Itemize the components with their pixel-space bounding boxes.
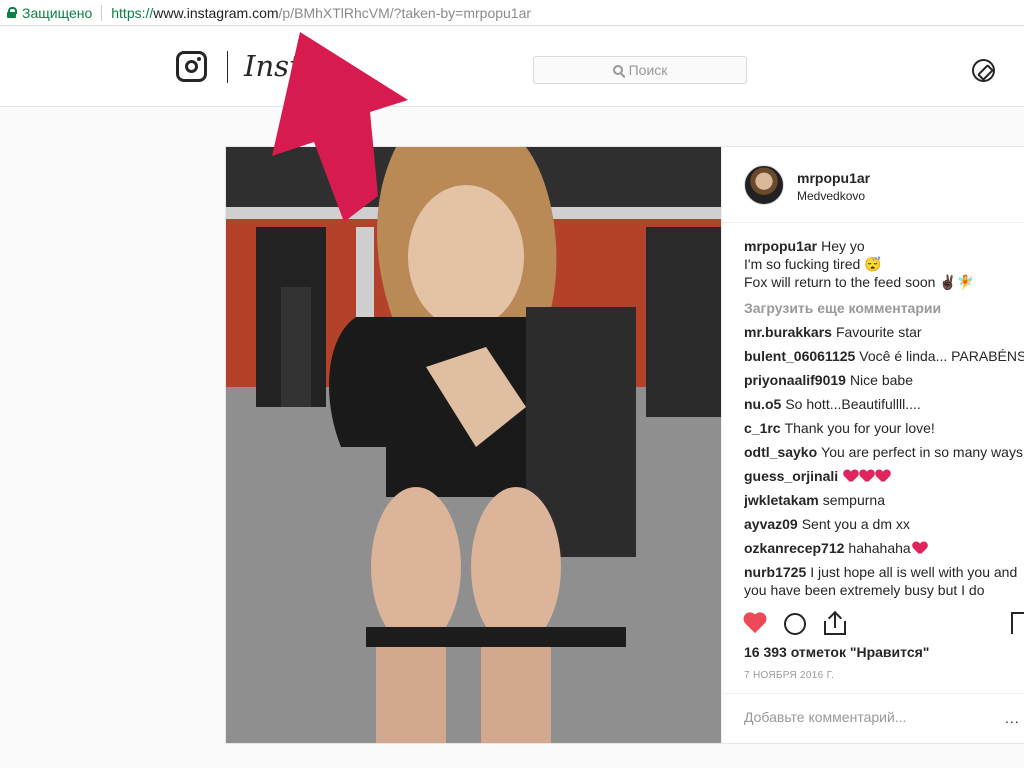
- url-scheme[interactable]: https://: [111, 5, 153, 21]
- list-item: guess_orjinali: [744, 467, 1024, 485]
- comment-text: So hott...Beautifullll....: [785, 396, 921, 412]
- like-heart-icon[interactable]: [744, 613, 768, 635]
- comment-username[interactable]: c_1rc: [744, 420, 781, 436]
- add-comment-section: ...: [722, 693, 1024, 743]
- list-item: priyonaalif9019 Nice babe: [744, 371, 1024, 389]
- list-item: ayvaz09 Sent you a dm xx: [744, 515, 1024, 533]
- instagram-logo-icon[interactable]: [176, 51, 207, 82]
- post-sidebar: mrpopu1ar Medvedkovo mrpopu1ar Hey yo I'm…: [721, 147, 1024, 743]
- list-item: c_1rc Thank you for your love!: [744, 419, 1024, 437]
- add-comment-field[interactable]: [744, 709, 984, 725]
- load-more-comments[interactable]: Загрузить еще комментарии: [744, 299, 1024, 317]
- list-item: nu.o5 So hott...Beautifullll....: [744, 395, 1024, 413]
- search-placeholder: Поиск: [628, 62, 668, 78]
- post-actions: [744, 609, 1024, 639]
- brand-divider: [227, 51, 228, 83]
- lock-icon: [7, 7, 17, 18]
- search-icon: [612, 65, 623, 75]
- post-username[interactable]: mrpopu1ar: [797, 170, 870, 186]
- comment-username[interactable]: ayvaz09: [744, 516, 798, 532]
- heart-emoji-icon: [844, 470, 858, 483]
- url-separator: [101, 4, 103, 21]
- comment-text: You are perfect in so many ways: [821, 444, 1023, 460]
- url-host[interactable]: www.instagram.com: [153, 5, 278, 21]
- comments-list[interactable]: mrpopu1ar Hey yo I'm so fucking tired 😴 F…: [744, 237, 1024, 599]
- explore-compass-icon[interactable]: [972, 59, 995, 82]
- comment-username[interactable]: guess_orjinali: [744, 468, 838, 484]
- likes-count[interactable]: 16 393 отметок "Нравится": [744, 644, 929, 660]
- list-item: nurb1725 I just hope all is well with you…: [744, 563, 1024, 599]
- heart-emoji-icon: [913, 542, 927, 555]
- list-item: odtl_sayko You are perfect in so many way…: [744, 443, 1024, 461]
- comment-text: Thank you for your love!: [784, 420, 935, 436]
- list-item: ozkanrecep712 hahahaha: [744, 539, 1024, 557]
- browser-address-bar[interactable]: Защищено https://www.instagram.com/p/BMh…: [0, 0, 1024, 26]
- comment-username[interactable]: nurb1725: [744, 564, 806, 580]
- post-location[interactable]: Medvedkovo: [797, 189, 865, 203]
- comment-text: Sent you a dm xx: [801, 516, 910, 532]
- comment-username[interactable]: jwkletakam: [744, 492, 819, 508]
- post-photo[interactable]: [226, 147, 721, 743]
- comment-username[interactable]: ozkanrecep712: [744, 540, 844, 556]
- post-date[interactable]: 7 НОЯБРЯ 2016 Г.: [744, 670, 834, 681]
- comment-text: sempurna: [822, 492, 885, 508]
- comment-text: Você é linda... PARABÉNS: [859, 348, 1024, 364]
- caption-line-2: I'm so fucking tired 😴: [744, 256, 882, 272]
- comment-username[interactable]: mr.burakkars: [744, 324, 832, 340]
- more-options-icon[interactable]: ...: [1005, 710, 1020, 726]
- list-item: bulent_06061125 Você é linda... PARABÉNS: [744, 347, 1024, 365]
- comment-icon[interactable]: [784, 613, 806, 635]
- list-item: jwkletakam sempurna: [744, 491, 1024, 509]
- heart-emoji-icon: [860, 470, 874, 483]
- comment-username[interactable]: bulent_06061125: [744, 348, 855, 364]
- post-header: mrpopu1ar Medvedkovo: [722, 147, 1024, 223]
- comment-text: Favourite star: [835, 324, 922, 340]
- caption-line-3: Fox will return to the feed soon ✌🏿🧚: [744, 274, 975, 290]
- caption: mrpopu1ar Hey yo I'm so fucking tired 😴 F…: [744, 237, 1024, 291]
- comment-username[interactable]: nu.o5: [744, 396, 781, 412]
- bookmark-icon[interactable]: [1011, 612, 1024, 634]
- comment-text: Nice babe: [849, 372, 913, 388]
- instagram-wordmark[interactable]: Insta: [244, 49, 318, 83]
- share-icon[interactable]: [824, 610, 846, 636]
- comment-username[interactable]: odtl_sayko: [744, 444, 817, 460]
- instagram-header: Insta Поиск: [0, 27, 1024, 107]
- secure-label: Защищено: [22, 4, 93, 21]
- search-input[interactable]: Поиск: [533, 56, 747, 84]
- heart-emoji-icon: [876, 470, 890, 483]
- avatar[interactable]: [744, 165, 784, 205]
- caption-line-1: Hey yo: [821, 238, 865, 254]
- list-item: mr.burakkars Favourite star: [744, 323, 1024, 341]
- comment-text: hahahaha: [848, 540, 911, 556]
- comment-username[interactable]: priyonaalif9019: [744, 372, 846, 388]
- post-card: mrpopu1ar Medvedkovo mrpopu1ar Hey yo I'm…: [225, 146, 1024, 744]
- caption-username[interactable]: mrpopu1ar: [744, 238, 817, 254]
- url-path[interactable]: /p/BMhXTlRhcVM/?taken-by=mrpopu1ar: [279, 5, 532, 21]
